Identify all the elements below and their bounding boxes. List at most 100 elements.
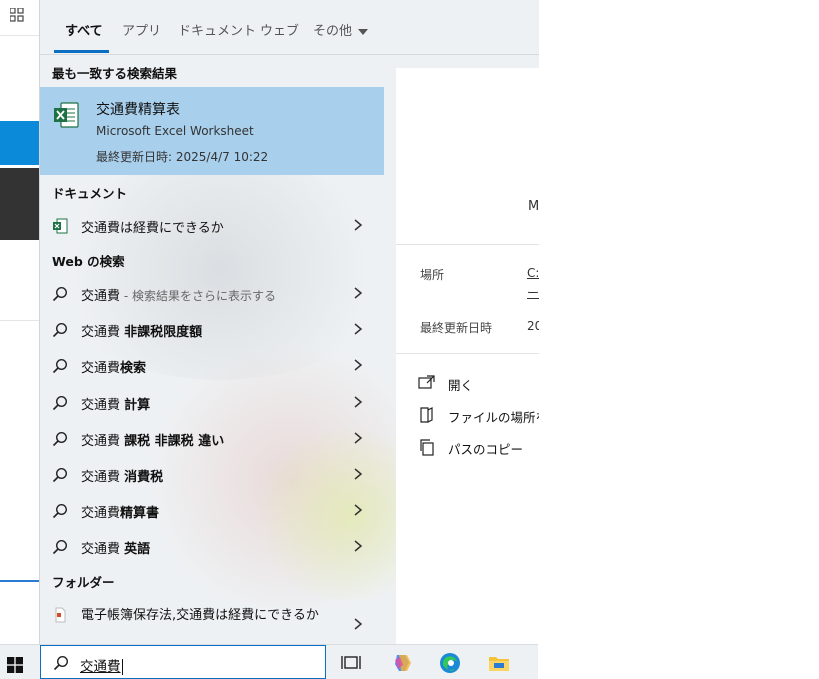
- web-search-suggestion[interactable]: 交通費 - 検索結果をさらに表示する: [40, 276, 384, 310]
- excel-icon: [53, 218, 68, 234]
- open-icon: [418, 375, 435, 389]
- best-match-title: 交通費精算表: [96, 102, 180, 118]
- tab-documents[interactable]: ドキュメント: [178, 20, 256, 39]
- suggestion-prefix: 交通費: [81, 542, 125, 557]
- web-search-suggestion[interactable]: 交通費精算書: [40, 493, 384, 527]
- folders-heading: フォルダー: [52, 575, 115, 590]
- pdf-file-icon: [55, 607, 66, 623]
- search-icon: [52, 431, 68, 447]
- open-action-label: 開く: [448, 378, 474, 393]
- tab-more[interactable]: その他: [313, 20, 369, 39]
- search-icon: [52, 539, 68, 555]
- web-search-suggestion[interactable]: 交通費 課税 非課税 違い: [40, 421, 384, 455]
- copilot-icon[interactable]: [390, 652, 414, 674]
- best-match-item[interactable]: 交通費精算表 Microsoft Excel Worksheet 最終更新日時:…: [40, 87, 384, 175]
- taskbar-search-input[interactable]: 交通費: [40, 645, 326, 679]
- suggestion-prefix: 交通費: [81, 506, 121, 521]
- tab-all[interactable]: すべて: [65, 20, 103, 39]
- modified-label: 最終更新日時: [420, 321, 493, 335]
- bg-divider: [0, 580, 40, 582]
- location-value[interactable]: C:: [527, 266, 539, 280]
- bg-divider: [0, 35, 40, 36]
- tab-web[interactable]: ウェブ: [260, 20, 299, 39]
- list-item[interactable]: 交通費は経費にできるか: [40, 208, 384, 242]
- location-value-line2[interactable]: ー: [527, 284, 539, 301]
- best-match-heading: 最も一致する検索結果: [52, 66, 178, 81]
- search-icon: [52, 322, 68, 338]
- chevron-right-icon[interactable]: [353, 219, 363, 231]
- grid-icon[interactable]: [10, 8, 24, 22]
- task-view-icon[interactable]: [340, 652, 364, 674]
- folder-location-icon: [420, 407, 433, 423]
- copy-path-label: パスのコピー: [448, 442, 524, 457]
- suggestion-bold: 課税 非課税 違い: [124, 434, 225, 449]
- suggestion-sub: - 検索結果をさらに表示する: [120, 289, 276, 303]
- web-search-suggestion[interactable]: 交通費 消費税: [40, 457, 384, 491]
- web-suggestion-text: 交通費 非課税限度額: [81, 321, 202, 340]
- preview-pane: M 場所 C: ー 最終更新日時 20 開く ファイルの場所を開 パスのコピー: [396, 68, 539, 644]
- suggestion-bold: 非課税限度額: [124, 325, 203, 340]
- web-search-suggestion[interactable]: 交通費 非課税限度額: [40, 312, 384, 346]
- chevron-right-icon[interactable]: [353, 504, 363, 516]
- windows-start-icon[interactable]: [7, 657, 23, 673]
- web-search-heading: Web の検索: [52, 254, 125, 269]
- taskbar: 交通費: [0, 644, 538, 679]
- web-search-suggestion[interactable]: 交通費 計算: [40, 385, 384, 419]
- suggestion-prefix: 交通費: [81, 398, 125, 413]
- background-app: [0, 0, 40, 640]
- web-search-suggestion[interactable]: 交通費 英語: [40, 529, 384, 563]
- web-suggestion-text: 交通費 英語: [81, 538, 150, 557]
- chevron-down-icon: [358, 28, 369, 35]
- best-match-modified: 最終更新日時: 2025/4/7 10:22: [96, 150, 269, 164]
- web-search-suggestion[interactable]: 交通費検索: [40, 348, 384, 382]
- bg-dark-block: [0, 168, 40, 240]
- search-tabs: すべて アプリ ドキュメント ウェブ その他: [40, 0, 539, 55]
- suggestion-prefix: 交通費: [81, 470, 125, 485]
- chevron-right-icon[interactable]: [353, 359, 363, 371]
- folder-label: 電子帳簿保存法,交通費は経費にできるか: [81, 608, 319, 623]
- chevron-right-icon[interactable]: [353, 432, 363, 444]
- excel-icon: [54, 102, 79, 128]
- search-icon: [52, 395, 68, 411]
- web-suggestion-text: 交通費検索: [81, 357, 146, 376]
- chevron-right-icon[interactable]: [353, 396, 363, 408]
- chevron-right-icon[interactable]: [353, 540, 363, 552]
- file-explorer-icon[interactable]: [487, 652, 511, 674]
- chevron-right-icon[interactable]: [353, 323, 363, 335]
- edge-icon[interactable]: [438, 652, 462, 674]
- open-action[interactable]: 開く: [418, 372, 539, 394]
- open-file-location-action[interactable]: ファイルの場所を開: [418, 404, 539, 426]
- web-suggestion-text: 交通費精算書: [81, 502, 159, 521]
- chevron-right-icon[interactable]: [353, 468, 363, 480]
- search-icon: [52, 286, 68, 302]
- search-icon: [52, 467, 68, 483]
- modified-value: 20: [527, 319, 539, 333]
- tab-more-label: その他: [313, 24, 353, 39]
- suggestion-bold: 英語: [124, 542, 151, 557]
- search-query: 交通費: [80, 659, 121, 675]
- suggestion-bold: 検索: [120, 361, 147, 376]
- active-tab-indicator: [54, 50, 109, 53]
- search-icon: [52, 358, 68, 374]
- bg-blue-block: [0, 121, 40, 165]
- copy-path-action[interactable]: パスのコピー: [418, 436, 539, 458]
- location-label: 場所: [420, 268, 445, 282]
- best-match-type: Microsoft Excel Worksheet: [96, 124, 254, 138]
- web-suggestion-text: 交通費 消費税: [81, 466, 163, 485]
- suggestion-prefix: 交通費: [81, 361, 121, 376]
- tab-apps[interactable]: アプリ: [122, 20, 161, 39]
- suggestion-bold: 計算: [124, 398, 151, 413]
- chevron-right-icon[interactable]: [353, 287, 363, 299]
- preview-type-text: M: [528, 199, 539, 214]
- search-icon: [53, 655, 69, 671]
- suggestion-prefix: 交通費: [81, 434, 125, 449]
- suggestion-prefix: 交通費: [81, 325, 125, 340]
- open-file-location-label: ファイルの場所を開: [448, 410, 539, 425]
- web-suggestion-text: 交通費 - 検索結果をさらに表示する: [81, 285, 276, 304]
- chevron-right-icon[interactable]: [353, 618, 363, 630]
- suggestion-bold: 消費税: [124, 470, 164, 485]
- list-item[interactable]: 電子帳簿保存法,交通費は経費にできるか: [40, 600, 384, 644]
- document-label: 交通費は経費にできるか: [81, 221, 224, 236]
- search-icon: [52, 503, 68, 519]
- web-suggestion-text: 交通費 課税 非課税 違い: [81, 430, 224, 449]
